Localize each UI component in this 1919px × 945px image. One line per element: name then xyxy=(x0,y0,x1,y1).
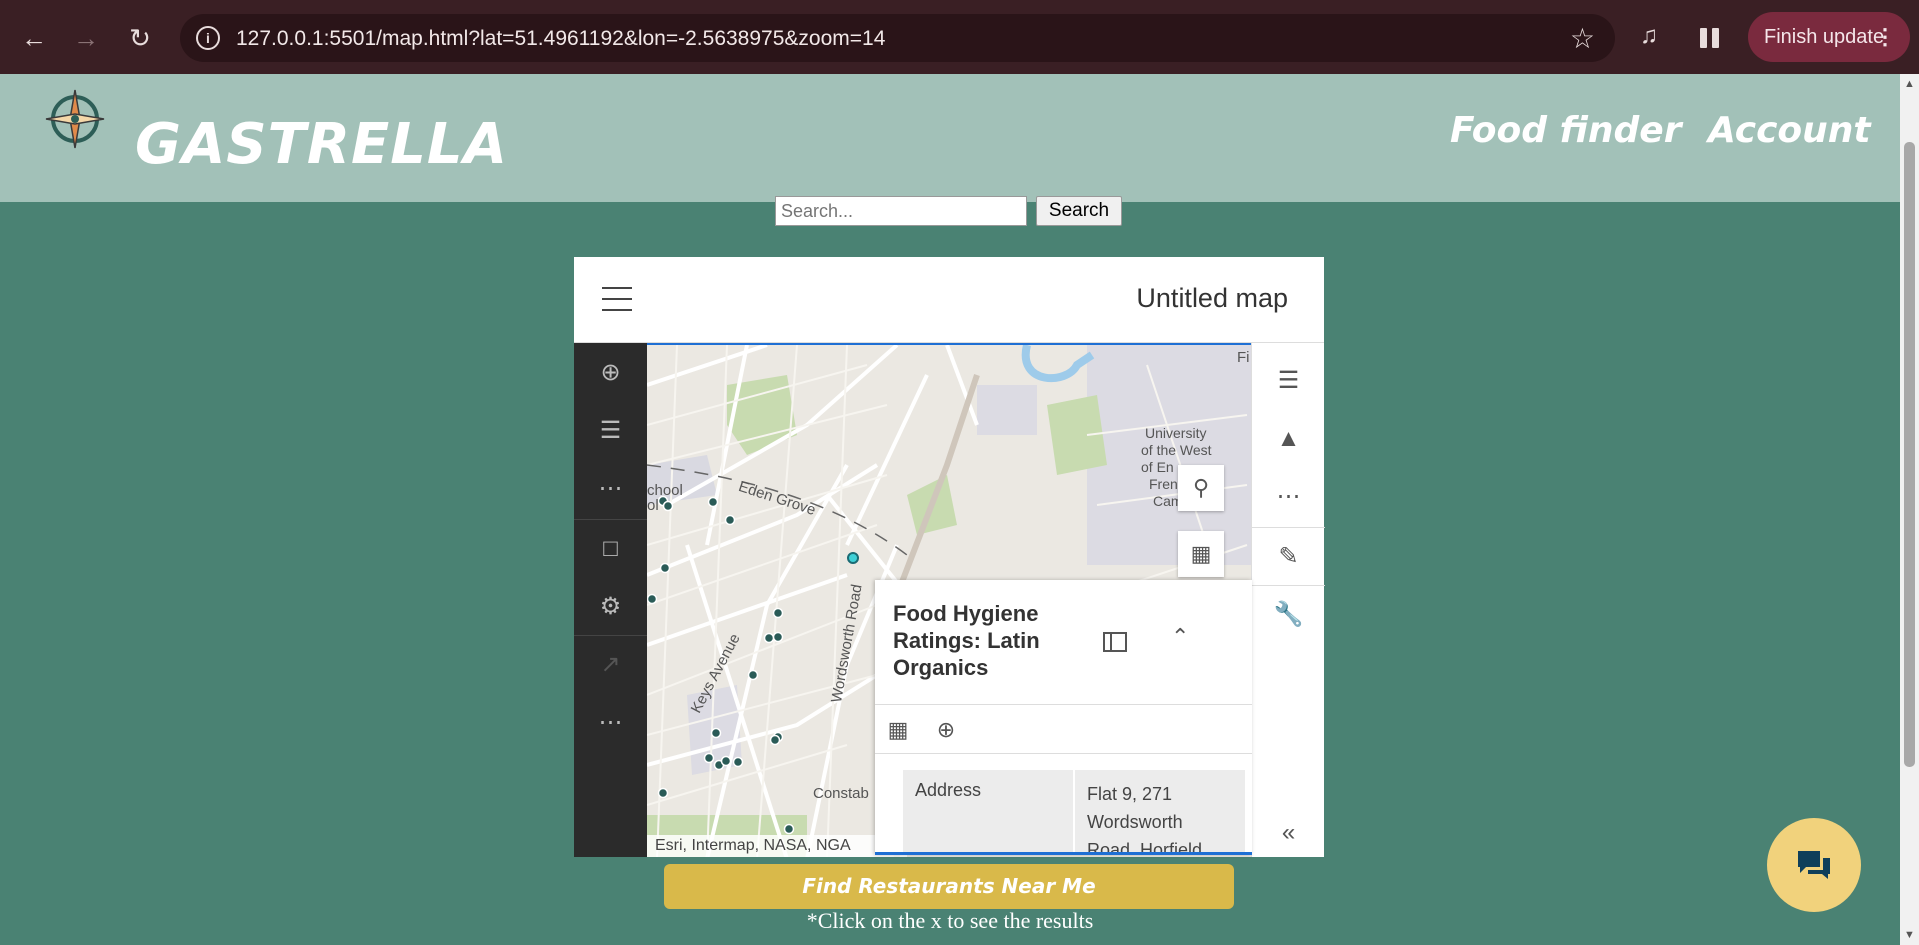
add-icon[interactable]: ⊕ xyxy=(574,343,647,403)
map-label-constable: Constab xyxy=(813,785,869,802)
search-input[interactable] xyxy=(775,196,1027,226)
table-icon[interactable]: ▦ xyxy=(883,715,913,745)
reload-icon[interactable]: ↻ xyxy=(120,18,160,58)
star-icon[interactable]: ☆ xyxy=(1570,22,1595,55)
map-label-fi: Fi xyxy=(1237,349,1250,366)
popup-field-table: Address Flat 9, 271 Wordsworth Road, Hor… xyxy=(903,770,1245,855)
map-title: Untitled map xyxy=(1136,283,1288,313)
basemap-gallery-icon[interactable]: ▦ xyxy=(1178,531,1224,577)
styles-icon[interactable]: ▲ xyxy=(1252,409,1325,469)
map-label-of-the-west: of the West xyxy=(1141,442,1212,458)
chat-button[interactable] xyxy=(1767,818,1861,912)
hamburger-menu-icon[interactable] xyxy=(602,287,632,313)
dock-icon[interactable] xyxy=(1103,632,1127,652)
map-attribution: Esri, Intermap, NASA, NGA xyxy=(647,835,907,857)
kebab-icon[interactable]: ⋮ xyxy=(1874,12,1896,62)
search-icon[interactable]: ⚲ xyxy=(1178,465,1224,511)
pause-icon[interactable] xyxy=(1698,26,1722,50)
url-text[interactable]: 127.0.0.1:5501/map.html?lat=51.4961192&l… xyxy=(236,27,885,51)
settings-icon[interactable]: ⚙ xyxy=(574,577,647,637)
hint-text: *Click on the x to see the results xyxy=(806,908,1094,933)
info-icon[interactable]: i xyxy=(196,26,220,50)
zoom-to-icon[interactable]: ⊕ xyxy=(931,715,961,745)
site-header: GASTRELLA Food finder Account xyxy=(0,74,1900,202)
more-icon[interactable]: ⋯ xyxy=(574,459,647,519)
map-label-university: University xyxy=(1145,425,1207,441)
forward-arrow-icon[interactable]: → xyxy=(66,18,106,58)
address-bar[interactable]: i 127.0.0.1:5501/map.html?lat=51.4961192… xyxy=(180,14,1615,62)
sketch-icon[interactable]: ✎ xyxy=(1252,527,1325,587)
back-arrow-icon[interactable]: ← xyxy=(14,18,54,58)
nav-account[interactable]: Account xyxy=(1708,110,1871,151)
map-label-school-2: ol xyxy=(647,497,659,514)
find-restaurants-button[interactable]: Find Restaurants Near Me xyxy=(664,864,1234,909)
popup-bottom-bar xyxy=(875,852,1252,855)
folder-icon[interactable]: □ xyxy=(574,519,647,579)
tools-icon[interactable]: 🔧 xyxy=(1252,585,1325,645)
map-label-of-en: of En xyxy=(1141,459,1174,475)
brand-title[interactable]: GASTRELLA xyxy=(135,112,508,177)
finish-update-button[interactable]: Finish update ⋮ xyxy=(1748,12,1910,62)
chevron-up-icon[interactable]: ⌃ xyxy=(1171,624,1189,650)
feature-popup: Food Hygiene Ratings: Latin Organics ⌃ ▦… xyxy=(875,580,1252,855)
scroll-up-icon[interactable]: ▲ xyxy=(1904,78,1915,90)
right-toolbar: ☰ ▲ ⋯ ✎ 🔧 « xyxy=(1251,343,1325,857)
properties-icon[interactable]: ☰ xyxy=(1252,351,1325,411)
field-value: Flat 9, 271 Wordsworth Road, Horfield, xyxy=(1075,770,1245,855)
chat-icon xyxy=(1798,851,1830,879)
browser-toolbar: ← → ↻ i 127.0.0.1:5501/map.html?lat=51.4… xyxy=(0,0,1919,74)
map-titlebar: Untitled map xyxy=(574,257,1324,343)
popup-actions: ▦ ⊕ xyxy=(875,704,1252,754)
media-control-icon[interactable]: ♫ xyxy=(1640,22,1672,54)
share-icon[interactable]: ↗ xyxy=(574,635,647,695)
search-button[interactable]: Search xyxy=(1036,196,1122,226)
nav-food-finder[interactable]: Food finder xyxy=(1450,110,1681,151)
compass-logo-icon[interactable] xyxy=(44,88,106,150)
left-toolbar: ⊕ ☰ ⋯ □ ⚙ ↗ ⋯ xyxy=(574,343,647,857)
finish-update-label: Finish update xyxy=(1764,26,1885,48)
page-scrollbar[interactable]: ▲ ▼ xyxy=(1900,74,1919,945)
layers-icon[interactable]: ☰ xyxy=(574,401,647,461)
field-label: Address xyxy=(903,770,1073,855)
collapse-icon[interactable]: « xyxy=(1252,803,1325,863)
scroll-down-icon[interactable]: ▼ xyxy=(1904,929,1915,941)
map-label-fren: Fren xyxy=(1149,476,1178,492)
scroll-thumb[interactable] xyxy=(1904,142,1915,767)
more-icon[interactable]: ⋯ xyxy=(574,693,647,753)
more-icon[interactable]: ⋯ xyxy=(1252,467,1325,527)
popup-title: Food Hygiene Ratings: Latin Organics xyxy=(893,601,1040,680)
